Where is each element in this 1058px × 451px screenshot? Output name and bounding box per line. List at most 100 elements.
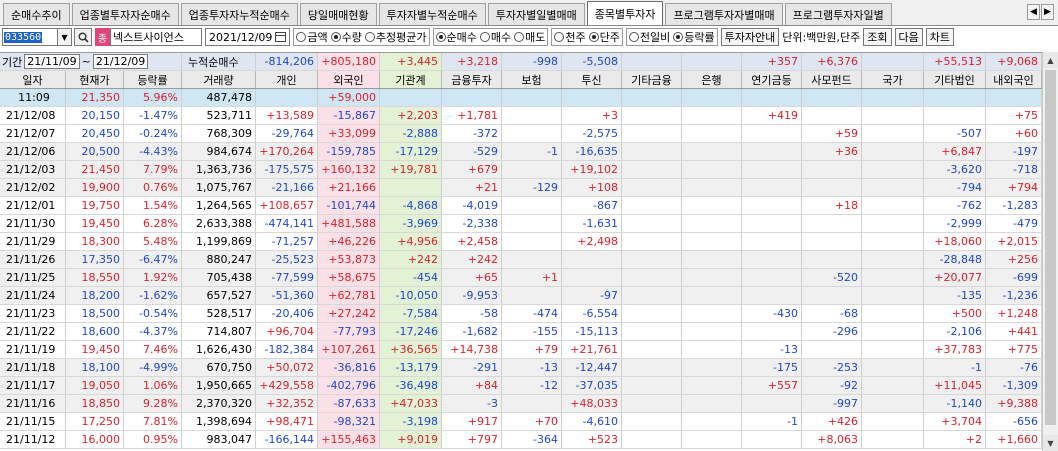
tab-scroll-left-icon[interactable]: ◀ <box>1027 4 1040 20</box>
column-header[interactable]: 등락률 <box>124 71 182 88</box>
compare-radio-0[interactable]: 전일비 <box>628 29 670 45</box>
table-cell: +557 <box>742 377 802 394</box>
scroll-down-icon[interactable]: ▼ <box>1043 435 1058 451</box>
table-row[interactable]: 21/12/03 21,450 7.79% 1,363,736 -175,575 +160… <box>0 161 1042 179</box>
next-button[interactable]: 다음 <box>894 28 923 46</box>
tab-3[interactable]: 당일매매현황 <box>299 3 377 25</box>
compare-radio-1[interactable]: 등락률 <box>673 29 715 45</box>
table-cell <box>622 341 682 358</box>
column-header[interactable]: 일자 <box>0 71 66 88</box>
table-row[interactable]: 21/11/29 18,300 5.48% 1,199,869 -71,257 +46,2… <box>0 233 1042 251</box>
table-row[interactable]: 21/12/06 20,500 -4.43% 984,674 +170,264 -159,… <box>0 143 1042 161</box>
scroll-thumb[interactable] <box>1045 70 1056 425</box>
table-row[interactable]: 21/11/17 19,050 1.06% 1,950,665 +429,558 -402… <box>0 377 1042 395</box>
scroll-up-icon[interactable]: ▲ <box>1043 52 1058 68</box>
period-to-input[interactable]: 21/12/09 <box>92 54 149 69</box>
tab-scroll-right-icon[interactable]: ▶ <box>1041 4 1054 20</box>
table-row[interactable]: 21/11/25 18,550 1.92% 705,438 -77,599 +58,675… <box>0 269 1042 287</box>
table-row[interactable]: 21/11/26 17,350 -6.47% 880,247 -25,523 +53,87… <box>0 251 1042 269</box>
tab-6[interactable]: 종목별투자자 <box>586 1 664 25</box>
date-picker[interactable]: 2021/12/09 <box>205 28 291 46</box>
table-cell: 657,527 <box>182 287 256 304</box>
vertical-scrollbar[interactable]: ▲ ▼ <box>1042 52 1058 451</box>
table-row[interactable]: 21/11/30 19,450 6.28% 2,633,388 -474,141 +481… <box>0 215 1042 233</box>
table-row[interactable]: 21/11/24 18,200 -1.62% 657,527 -51,360 +62,78… <box>0 287 1042 305</box>
table-cell: +170,264 <box>256 143 318 160</box>
table-cell <box>802 89 862 106</box>
table-row[interactable]: 11:09 21,350 5.96% 487,478 +59,000 <box>0 89 1042 107</box>
trade-type-radio-0[interactable]: 순매수 <box>435 29 477 45</box>
trade-type-radio-2[interactable]: 매도 <box>514 29 545 45</box>
table-row[interactable]: 21/11/16 18,850 9.28% 2,370,320 +32,352 -87,6… <box>0 395 1042 413</box>
table-cell <box>862 341 924 358</box>
table-row[interactable]: 21/12/07 20,450 -0.24% 768,309 -29,764 +33,09… <box>0 125 1042 143</box>
column-header[interactable]: 보험 <box>502 71 562 88</box>
radio-button-icon[interactable] <box>330 32 341 42</box>
radio-button-icon[interactable] <box>673 32 684 42</box>
value-type-radio-1[interactable]: 수량 <box>330 29 362 45</box>
table-row[interactable]: 21/12/02 19,900 0.76% 1,075,767 -21,166 +21,1… <box>0 179 1042 197</box>
investor-guide-button[interactable]: 투자자안내 <box>720 28 780 46</box>
column-header[interactable]: 사모펀드 <box>802 71 862 88</box>
tab-4[interactable]: 투자자별누적순매수 <box>378 3 486 25</box>
table-cell: +36 <box>802 143 862 160</box>
radio-button-icon[interactable] <box>628 32 639 42</box>
table-cell: +6,847 <box>924 143 986 160</box>
radio-button-icon[interactable] <box>364 32 375 42</box>
table-cell <box>682 287 742 304</box>
table-row[interactable]: 21/11/23 18,500 -0.54% 528,517 -20,406 +27,24… <box>0 305 1042 323</box>
table-row[interactable]: 21/11/15 17,250 7.81% 1,398,694 +98,471 -98,3… <box>0 413 1042 431</box>
period-cell: +9,068 <box>986 53 1042 70</box>
column-header[interactable]: 기타법인 <box>924 71 986 88</box>
column-header[interactable]: 은행 <box>682 71 742 88</box>
column-header[interactable]: 투신 <box>562 71 622 88</box>
column-header[interactable]: 내외국인 <box>986 71 1042 88</box>
table-cell: 21/11/24 <box>0 287 66 304</box>
table-cell <box>622 359 682 376</box>
radio-button-icon[interactable] <box>514 32 525 42</box>
share-unit-radio-1[interactable]: 단주 <box>588 29 620 45</box>
tab-5[interactable]: 투자자별일별매매 <box>487 3 585 25</box>
period-from-input[interactable]: 21/11/09 <box>24 54 80 69</box>
radio-button-icon[interactable] <box>554 32 565 42</box>
table-cell <box>502 197 562 214</box>
table-row[interactable]: 21/11/19 19,450 7.46% 1,626,430 -182,384 +107… <box>0 341 1042 359</box>
query-button[interactable]: 조회 <box>863 28 892 46</box>
tab-2[interactable]: 업종투자자누적순매수 <box>180 3 298 25</box>
column-header[interactable]: 외국인 <box>318 71 380 88</box>
tab-1[interactable]: 업종별투자자순매수 <box>71 3 179 25</box>
trade-type-radio-1[interactable]: 매수 <box>479 29 511 45</box>
tab-0[interactable]: 순매수추이 <box>3 3 70 25</box>
radio-button-icon[interactable] <box>479 32 490 42</box>
column-header[interactable]: 현재가 <box>66 71 124 88</box>
table-row[interactable]: 21/12/01 19,750 1.54% 1,264,565 +108,657 -101… <box>0 197 1042 215</box>
radio-button-icon[interactable] <box>588 32 599 42</box>
column-header[interactable]: 연기금등 <box>742 71 802 88</box>
tab-7[interactable]: 프로그램투자자별매매 <box>665 3 783 25</box>
table-cell: -656 <box>986 413 1042 430</box>
tab-8[interactable]: 프로그램투자자일별 <box>784 3 892 25</box>
column-header[interactable]: 기타금융 <box>622 71 682 88</box>
chart-button[interactable]: 차트 <box>925 28 955 46</box>
table-row[interactable]: 21/11/18 18,100 -4.99% 670,750 +50,072 -36,81… <box>0 359 1042 377</box>
table-row[interactable]: 21/12/08 20,150 -1.47% 523,711 +13,589 -15,86… <box>0 107 1042 125</box>
search-icon[interactable] <box>74 28 92 46</box>
column-header[interactable]: 개인 <box>256 71 318 88</box>
radio-button-icon[interactable] <box>296 32 307 42</box>
value-type-radio-2[interactable]: 추정평균가 <box>364 29 427 45</box>
table-row[interactable]: 21/11/12 16,000 0.95% 983,047 -166,144 +155,4… <box>0 431 1042 449</box>
value-type-radio-0[interactable]: 금액 <box>296 29 328 45</box>
calendar-icon[interactable] <box>275 32 287 42</box>
table-cell <box>742 251 802 268</box>
code-dropdown-icon[interactable]: ▼ <box>58 28 72 46</box>
column-header[interactable]: 기관계 <box>380 71 442 88</box>
share-unit-radio-0[interactable]: 천주 <box>554 29 586 45</box>
stock-code-input[interactable]: 033560 <box>2 28 58 46</box>
table-cell: -520 <box>802 269 862 286</box>
table-row[interactable]: 21/11/22 18,600 -4.37% 714,807 +96,704 -77,79… <box>0 323 1042 341</box>
table-cell: +53,873 <box>318 251 380 268</box>
column-header[interactable]: 거래량 <box>182 71 256 88</box>
radio-button-icon[interactable] <box>435 32 446 42</box>
column-header[interactable]: 금융투자 <box>442 71 502 88</box>
column-header[interactable]: 국가 <box>862 71 924 88</box>
